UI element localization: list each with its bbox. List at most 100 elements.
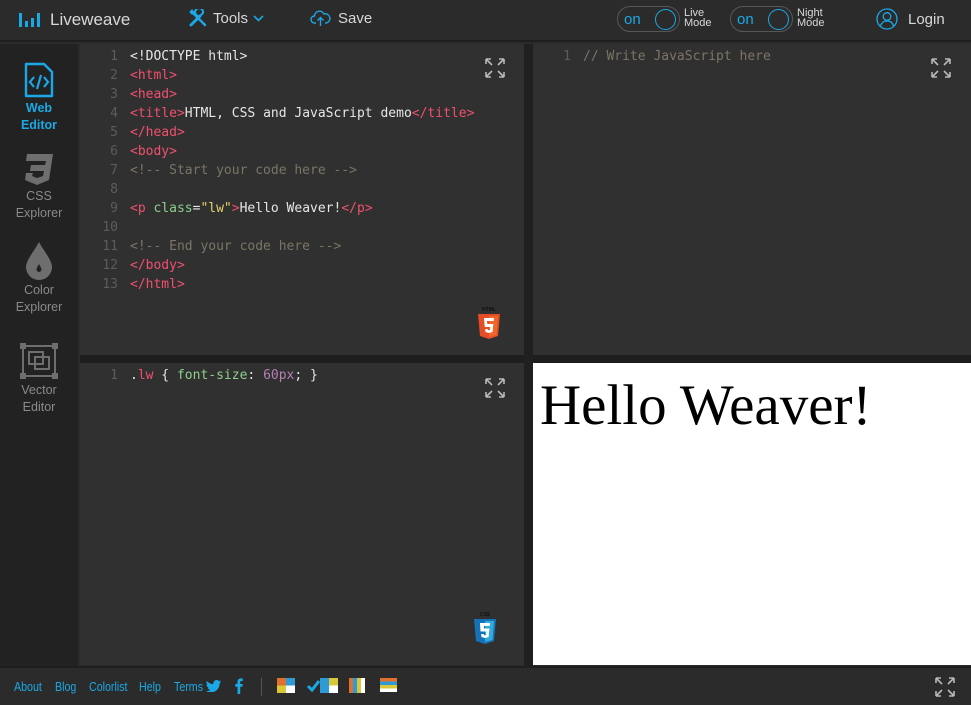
layout-columns-icon[interactable] [349,678,365,693]
cloud-upload-icon [310,10,331,26]
sidebar-item-color-explorer[interactable]: Color Explorer [0,240,78,316]
css-editor-pane[interactable]: 1. lw { font-size: 60px; } CSS [80,363,524,665]
code-token-comment: // Write JavaScript here [583,49,771,64]
chevron-down-icon [253,14,264,22]
css3-badge-icon: CSS [474,612,496,644]
code-token-tag: <html> [130,68,177,83]
night-mode-toggle[interactable]: on [730,6,793,32]
sidebar-item-vector-editor[interactable]: Vector Editor [0,342,78,416]
horizontal-splitter-left[interactable] [80,355,524,363]
code-line[interactable]: 3 <head> [80,85,474,104]
footer: About Blog Colorlist Help Terms [0,666,971,705]
code-token-tag: <p [130,201,154,216]
html5-badge-icon: HTML [478,307,500,339]
sidebar-item-label: Editor [22,400,56,414]
css-code[interactable]: 1. lw { font-size: 60px; } [80,366,318,385]
sidebar-item-label: Vector [21,383,57,397]
code-token-txt: <!DOCTYPE html> [130,49,248,64]
footer-link-terms[interactable]: Terms [174,679,203,694]
line-number: 7 [110,163,118,178]
code-line[interactable]: 10 [80,218,474,237]
save-button[interactable]: Save [310,9,372,27]
code-token-txt: HTML, CSS and JavaScript demo [184,106,412,121]
logo-icon [19,13,40,27]
code-line[interactable]: 5 </head> [80,123,474,142]
code-line[interactable]: 12 </body> [80,256,474,275]
layout-grid-selected-icon[interactable] [307,678,338,693]
horizontal-splitter-right[interactable] [533,355,971,363]
line-number: 12 [102,258,118,273]
code-line[interactable]: 6 <body> [80,142,474,161]
live-mode-state: on [624,11,641,28]
code-token-num: 60px [263,368,295,383]
output-preview-pane[interactable]: Hello Weaver! [533,363,971,665]
line-number: 6 [110,144,118,159]
sidebar-item-css-explorer[interactable]: CSS Explorer [0,152,78,222]
toggle-knob [655,9,676,30]
facebook-icon[interactable] [235,678,243,694]
js-editor-pane[interactable]: 1 // Write JavaScript here [533,44,971,355]
vector-icon [20,343,58,379]
code-line[interactable]: 1 // Write JavaScript here [533,47,771,66]
sidebar: Web Editor CSS Explorer Color Explorer V… [0,44,78,666]
js-code[interactable]: 1 // Write JavaScript here [533,47,771,66]
layout-rows-icon[interactable] [380,678,397,692]
footer-link-about[interactable]: About [14,679,42,694]
code-line[interactable]: 4 <title> HTML, CSS and JavaScript demo </t… [80,104,474,123]
toggle-knob [768,9,789,30]
code-line[interactable]: 2 <html> [80,66,474,85]
layout-grid-icon[interactable] [277,678,295,693]
code-token-prop: font-size [176,368,248,383]
night-mode-state: on [737,11,754,28]
code-line[interactable]: 7 <!-- Start your code here --> [80,161,474,180]
code-token-tag: <body> [130,144,177,159]
css3-icon [25,154,53,185]
tools-icon [189,9,207,27]
sidebar-item-label: Explorer [15,300,63,314]
tools-menu-button[interactable]: Tools [189,9,270,27]
code-token-plain: . [130,368,138,383]
sidebar-item-label: Color [24,283,54,297]
login-button[interactable]: Login [876,8,945,30]
line-number: 5 [110,125,118,140]
line-number: 1 [110,49,118,64]
line-number: 13 [102,277,118,292]
line-number: 4 [110,106,118,121]
expand-icon[interactable] [930,57,952,79]
code-line[interactable]: 1. lw { font-size: 60px; } [80,366,318,385]
line-number: 10 [102,220,118,235]
twitter-icon[interactable] [206,679,221,692]
code-line[interactable]: 13 </html> [80,275,474,294]
line-number: 3 [110,87,118,102]
code-line[interactable]: 11 <!-- End your code here --> [80,237,474,256]
code-token-sel: lw [137,368,154,383]
line-number: 1 [110,368,118,383]
code-token-plain: : [247,368,264,383]
code-token-comment: <!-- Start your code here --> [130,163,357,178]
footer-link-colorlist[interactable]: Colorlist [89,679,128,694]
fullscreen-expand-icon[interactable] [934,676,956,698]
line-number: 8 [110,182,118,197]
code-token-tag: <title> [130,106,185,121]
sidebar-item-label: Editor [20,118,58,132]
code-token-tag: > [231,201,240,216]
footer-link-blog[interactable]: Blog [55,679,76,694]
night-mode-label: Night Mode [797,8,825,29]
vertical-splitter[interactable] [524,44,533,666]
live-mode-label: Live Mode [684,8,712,29]
html-code[interactable]: 1 <!DOCTYPE html> 2 <html> 3 <head> 4 <title> HT… [80,47,474,294]
footer-link-help[interactable]: Help [139,679,161,694]
code-line[interactable]: 1 <!DOCTYPE html> [80,47,474,66]
sidebar-item-web-editor[interactable]: Web Editor [0,62,78,134]
html-editor-pane[interactable]: 1 <!DOCTYPE html> 2 <html> 3 <head> 4 <title> HT… [80,44,524,355]
code-token-tag: <head> [130,87,177,102]
code-line[interactable]: 9 <p class = "lw" > Hello Weaver! </p> [80,199,474,218]
logo[interactable]: Liveweave [19,9,130,31]
expand-icon[interactable] [484,57,506,79]
sidebar-item-label: CSS [26,189,52,203]
code-line[interactable]: 8 [80,180,474,199]
live-mode-toggle[interactable]: on [617,6,680,32]
drop-icon [26,242,52,280]
expand-icon[interactable] [484,377,506,399]
sidebar-item-label: Web [25,101,53,115]
